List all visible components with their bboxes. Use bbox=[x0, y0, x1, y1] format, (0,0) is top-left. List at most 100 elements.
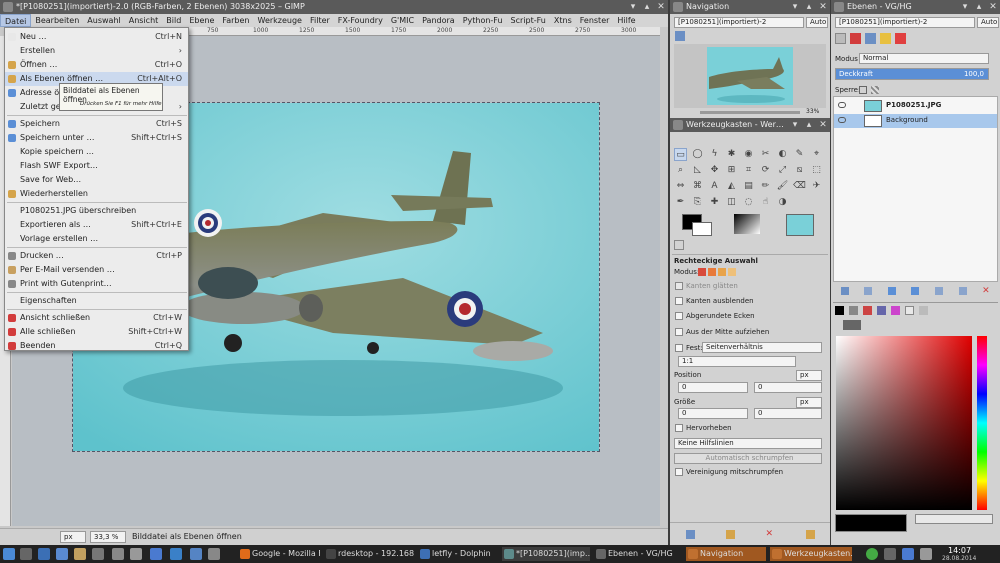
file-menu-item[interactable]: Flash SWF Export… bbox=[5, 159, 188, 173]
free-select-tool-icon[interactable]: ϟ bbox=[708, 148, 721, 161]
tray-volume-icon[interactable] bbox=[920, 548, 932, 560]
taskbar-task[interactable]: *[P1080251](imp… bbox=[502, 547, 590, 561]
layers-auto-button[interactable]: Auto bbox=[977, 17, 999, 28]
vm-launcher-icon[interactable] bbox=[190, 548, 202, 560]
fest-checkbox[interactable] bbox=[675, 344, 683, 352]
file-menu-item[interactable]: Per E-Mail versenden … bbox=[5, 263, 188, 277]
scale-tool-icon[interactable]: ⤢ bbox=[776, 164, 789, 177]
color-select-tool-icon[interactable]: ◉ bbox=[742, 148, 755, 161]
hue-strip[interactable] bbox=[977, 336, 987, 510]
file-menu-item[interactable]: Save for Web… bbox=[5, 173, 188, 187]
lock-alpha-icon[interactable] bbox=[871, 86, 879, 94]
move-tool-icon[interactable]: ✥ bbox=[708, 164, 721, 177]
file-menu-item[interactable]: Eigenschaften bbox=[5, 294, 188, 308]
file-menu-item[interactable]: Exportieren als … Shift+Ctrl+E bbox=[5, 218, 188, 232]
fg-color-swatch[interactable] bbox=[835, 514, 907, 532]
menu-pandora[interactable]: Pandora bbox=[418, 14, 459, 27]
file-menu-item[interactable]: Ansicht schließen Ctrl+W bbox=[5, 311, 188, 325]
restore-options-icon[interactable] bbox=[725, 529, 735, 539]
file-menu-item[interactable]: Drucken … Ctrl+P bbox=[5, 249, 188, 263]
vereinigung-checkbox[interactable] bbox=[675, 468, 683, 476]
size-w-input[interactable]: 0 bbox=[678, 408, 748, 419]
delete-options-icon[interactable]: ✕ bbox=[766, 529, 775, 539]
file-menu-item[interactable]: Beenden Ctrl+Q bbox=[5, 339, 188, 353]
kde-menu-icon[interactable] bbox=[3, 548, 15, 560]
maximize-icon[interactable]: ▴ bbox=[804, 0, 814, 14]
tray-check-icon[interactable] bbox=[866, 548, 878, 560]
mode-subtract-icon[interactable] bbox=[718, 268, 726, 276]
file-menu-item[interactable]: Kopie speichern … bbox=[5, 145, 188, 159]
file-menu-item[interactable]: Speichern unter … Shift+Ctrl+S bbox=[5, 131, 188, 145]
foreground-select-tool-icon[interactable]: ◐ bbox=[776, 148, 789, 161]
text-tool-icon[interactable]: A bbox=[708, 180, 721, 193]
bucket-fill-tool-icon[interactable]: ◭ bbox=[725, 180, 738, 193]
shear-tool-icon[interactable]: ⧅ bbox=[793, 164, 806, 177]
heal-tool-icon[interactable]: ✚ bbox=[708, 196, 721, 209]
konsole-launcher-icon[interactable] bbox=[56, 548, 68, 560]
file-menu-item[interactable]: Speichern Ctrl+S bbox=[5, 117, 188, 131]
mode-replace-icon[interactable] bbox=[698, 268, 706, 276]
zoom-select[interactable]: 33,3 % bbox=[90, 531, 126, 543]
minimize-icon[interactable]: ▾ bbox=[790, 0, 800, 14]
layer-row[interactable]: Background bbox=[834, 114, 997, 128]
gimp-selector-icon[interactable] bbox=[849, 306, 858, 315]
cmyk-tab-icon[interactable] bbox=[863, 306, 872, 315]
scissors-select-tool-icon[interactable]: ✂ bbox=[759, 148, 772, 161]
file-menu-item[interactable]: Alle schließen Shift+Ctrl+W bbox=[5, 325, 188, 339]
size-h-input[interactable]: 0 bbox=[754, 408, 822, 419]
save-options-icon[interactable] bbox=[685, 529, 695, 539]
file-menu-item[interactable]: Erstellen › bbox=[5, 44, 188, 58]
kanten-glaetten-checkbox[interactable] bbox=[675, 282, 683, 290]
colormap-tab-icon[interactable] bbox=[895, 33, 906, 44]
layers-image-select[interactable]: [P1080251](importiert)-2 bbox=[835, 17, 975, 28]
menu-ebene[interactable]: Ebene bbox=[185, 14, 218, 27]
file-menu-item[interactable]: Öffnen … Ctrl+O bbox=[5, 58, 188, 72]
pencil-tool-icon[interactable]: ✏ bbox=[759, 180, 772, 193]
settings-launcher-icon[interactable] bbox=[92, 548, 104, 560]
flip-tool-icon[interactable]: ⇔ bbox=[674, 180, 687, 193]
main-titlebar[interactable]: *[P1080251](importiert)-2.0 (RGB-Farben,… bbox=[0, 0, 668, 14]
taskbar-task[interactable]: letfly - Dolphin bbox=[418, 547, 498, 561]
ratio-input[interactable]: 1:1 bbox=[678, 356, 796, 367]
color-picker-icon[interactable] bbox=[843, 320, 861, 330]
file-menu-item[interactable]: Vorlage erstellen … bbox=[5, 232, 188, 246]
delete-layer-icon[interactable]: ✕ bbox=[982, 287, 990, 296]
perspective-clone-tool-icon[interactable]: ◫ bbox=[725, 196, 738, 209]
size-unit-select[interactable]: px bbox=[796, 397, 822, 408]
close-icon[interactable]: ✕ bbox=[656, 0, 666, 14]
file-menu-item[interactable]: Wiederherstellen bbox=[5, 187, 188, 201]
raise-layer-icon[interactable] bbox=[887, 287, 896, 295]
eye-icon[interactable] bbox=[838, 117, 846, 123]
ink-tool-icon[interactable]: ✒ bbox=[674, 196, 687, 209]
active-image-thumb[interactable] bbox=[786, 214, 814, 236]
toolbox-titlebar[interactable]: Werkzeugkasten - Wer… ▾ ▴ ✕ bbox=[670, 118, 830, 132]
mode-add-icon[interactable] bbox=[708, 268, 716, 276]
anchor-layer-icon[interactable] bbox=[958, 287, 967, 295]
position-unit-select[interactable]: px bbox=[796, 370, 822, 381]
rect-select-tool-icon[interactable]: ▭ bbox=[674, 148, 687, 161]
position-y-input[interactable]: 0 bbox=[754, 382, 822, 393]
dolphin-launcher-icon[interactable] bbox=[38, 548, 50, 560]
navigation-auto-button[interactable]: Auto bbox=[806, 17, 828, 28]
terminal-launcher-icon[interactable] bbox=[208, 548, 220, 560]
taskbar-task[interactable]: Google - Mozilla Fi… bbox=[238, 547, 320, 561]
color-square[interactable] bbox=[836, 336, 972, 510]
menu-script-fu[interactable]: Script-Fu bbox=[507, 14, 550, 27]
navigation-titlebar[interactable]: Navigation ▾ ▴ ✕ bbox=[670, 0, 830, 14]
taskbar-task[interactable]: Werkzeugkasten… bbox=[770, 547, 852, 561]
reset-options-icon[interactable] bbox=[805, 529, 815, 539]
kmail-launcher-icon[interactable] bbox=[74, 548, 86, 560]
menu-bild[interactable]: Bild bbox=[162, 14, 185, 27]
airbrush-tool-icon[interactable]: ✈ bbox=[810, 180, 823, 193]
menu-g-mic[interactable]: G'MIC bbox=[387, 14, 418, 27]
position-x-input[interactable]: 0 bbox=[678, 382, 748, 393]
show-desktop-icon[interactable] bbox=[20, 548, 32, 560]
measure-tool-icon[interactable]: ◺ bbox=[691, 164, 704, 177]
fest-select[interactable]: Seitenverhältnis bbox=[702, 342, 822, 353]
dodge-burn-tool-icon[interactable]: ◑ bbox=[776, 196, 789, 209]
menu-datei[interactable]: Datei bbox=[0, 14, 32, 27]
tray-battery-icon[interactable] bbox=[884, 548, 896, 560]
opacity-slider[interactable]: Deckkraft 100,0 bbox=[835, 68, 989, 80]
duplicate-layer-icon[interactable] bbox=[935, 287, 944, 295]
menu-farben[interactable]: Farben bbox=[218, 14, 253, 27]
